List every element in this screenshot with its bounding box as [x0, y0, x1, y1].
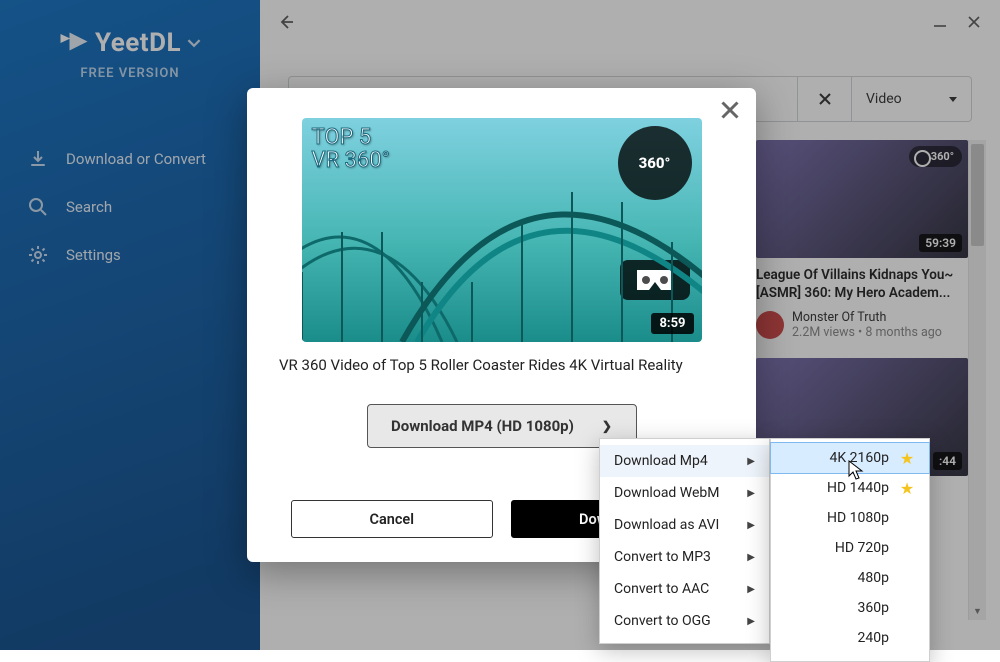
chevron-right-icon: ▶ — [747, 456, 755, 467]
context-menu-label: Convert to MP3 — [614, 549, 711, 565]
resolution-option[interactable]: 360p — [771, 593, 929, 623]
resolution-label: 4K 2160p — [830, 450, 889, 466]
context-menu-item[interactable]: Convert to AAC ▶ — [600, 573, 769, 605]
coaster-track-art — [302, 162, 702, 342]
chevron-right-icon: ▶ — [747, 520, 755, 531]
context-menu-item[interactable]: Convert to OGG ▶ — [600, 605, 769, 637]
resolution-label: HD 720p — [835, 540, 889, 556]
context-menu-label: Download Mp4 — [614, 453, 708, 469]
context-menu-item[interactable]: Download WebM ▶ — [600, 477, 769, 509]
resolution-option[interactable]: 240p — [771, 623, 929, 653]
cancel-button[interactable]: Cancel — [291, 500, 493, 538]
context-menu-item[interactable]: Download as AVI ▶ — [600, 509, 769, 541]
star-icon: ★ — [899, 449, 915, 468]
chevron-right-icon: ❯ — [602, 419, 612, 433]
resolution-option[interactable]: HD 720p — [771, 533, 929, 563]
chevron-right-icon: ▶ — [747, 552, 755, 563]
chevron-right-icon: ▶ — [747, 488, 755, 499]
resolution-label: 360p — [858, 600, 889, 616]
resolution-flyout: 4K 2160p ★ HD 1440p ★ HD 1080p HD 720p 480p 360… — [770, 438, 930, 662]
resolution-option[interactable]: 480p — [771, 563, 929, 593]
resolution-option[interactable]: HD 1440p ★ — [771, 473, 929, 503]
chevron-right-icon: ▶ — [747, 584, 755, 595]
context-menu-item[interactable]: Download Mp4 ▶ — [600, 445, 769, 477]
context-menu-item[interactable]: Convert to MP3 ▶ — [600, 541, 769, 573]
resolution-option[interactable]: 4K 2160p ★ — [771, 443, 929, 473]
context-menu-label: Convert to OGG — [614, 613, 711, 629]
download-format-button[interactable]: Download MP4 (HD 1080p) ❯ — [367, 404, 637, 448]
modal-video-title: VR 360 Video of Top 5 Roller Coaster Rid… — [279, 356, 704, 374]
star-icon: ★ — [899, 479, 915, 498]
modal-video-thumbnail: TOP 5VR 360° 360° 8:59 — [302, 118, 702, 342]
chevron-right-icon: ▶ — [747, 616, 755, 627]
resolution-label: 240p — [858, 630, 889, 646]
thumb-duration: 8:59 — [651, 313, 693, 334]
resolution-label: 480p — [858, 570, 889, 586]
resolution-label: HD 1080p — [827, 510, 889, 526]
download-format-label: Download MP4 (HD 1080p) — [391, 417, 574, 435]
format-context-menu: Download Mp4▶Download WebM▶Download as A… — [599, 438, 770, 644]
resolution-option[interactable]: HD 1080p — [771, 503, 929, 533]
context-menu-label: Convert to AAC — [614, 581, 709, 597]
context-menu-label: Download WebM — [614, 485, 720, 501]
context-menu-label: Download as AVI — [614, 517, 719, 533]
resolution-label: HD 1440p — [827, 480, 889, 496]
modal-close-button[interactable] — [718, 98, 742, 122]
